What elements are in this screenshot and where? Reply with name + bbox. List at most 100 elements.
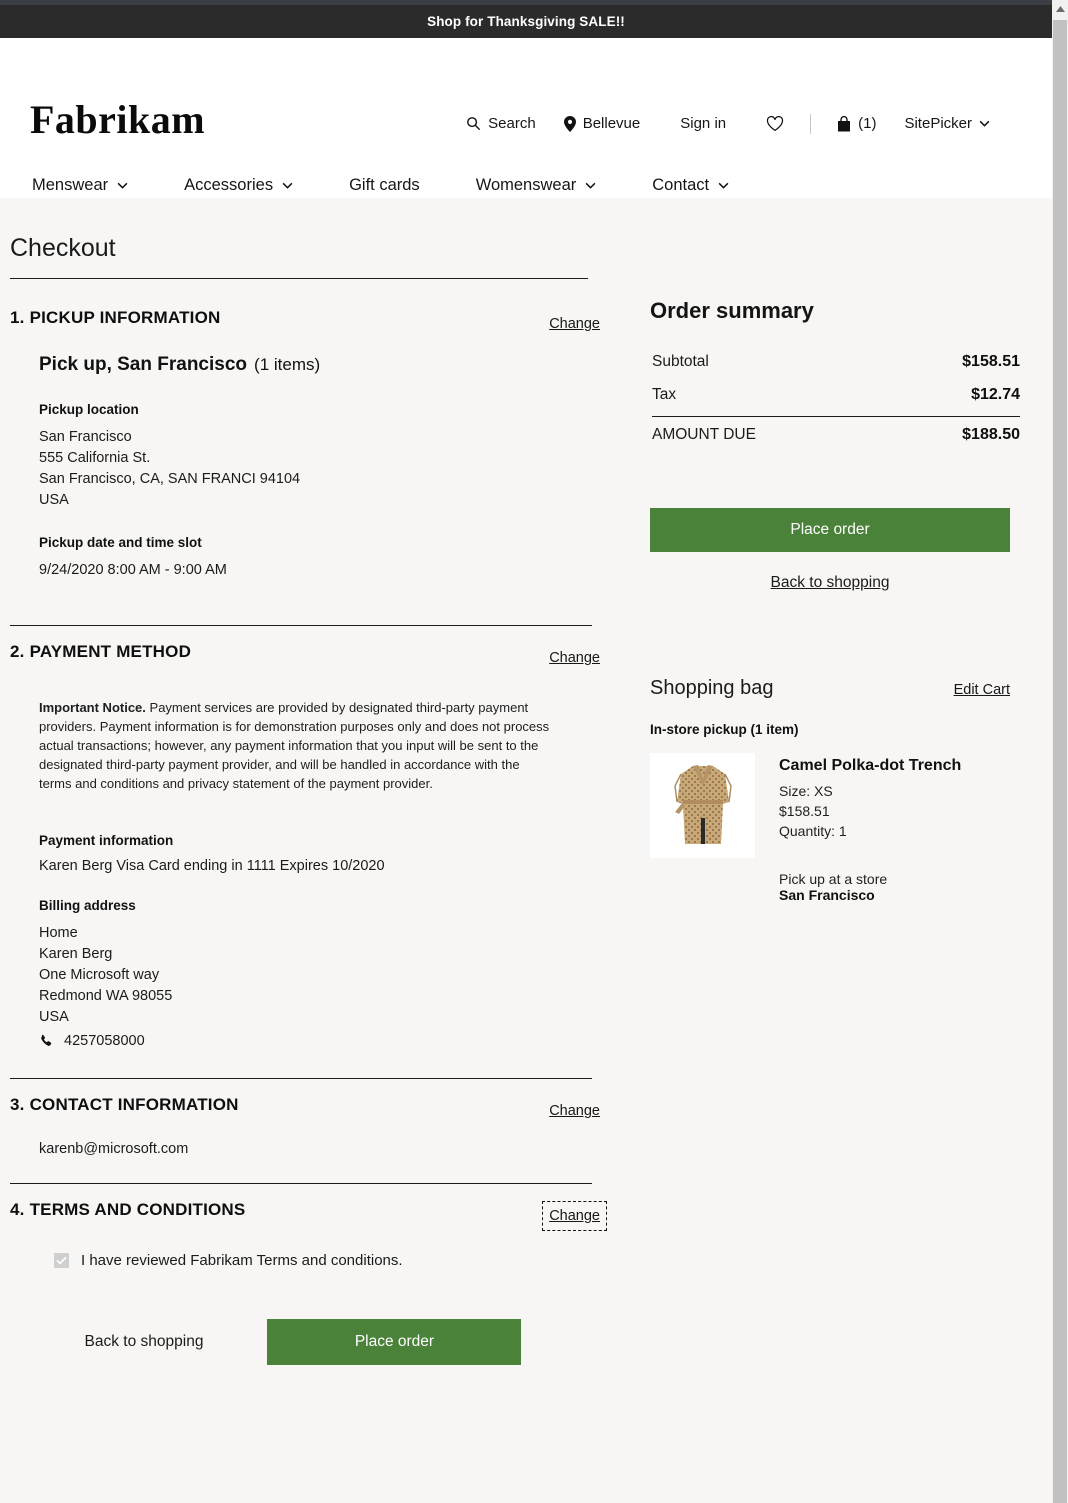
page-scrollbar[interactable] [1052,0,1068,1503]
billing-phone-number: 4257058000 [64,1033,145,1049]
change-payment-link[interactable]: Change [549,650,600,666]
chevron-down-icon [979,120,990,127]
phone-icon [39,1034,54,1049]
pickup-datetime-label: Pickup date and time slot [39,535,202,550]
nav-item-menswear[interactable]: Menswear [28,170,152,201]
store-location-button[interactable]: Bellevue [550,112,655,135]
order-summary-title: Order summary [650,298,814,323]
terms-checkbox-row[interactable]: I have reviewed Fabrikam Terms and condi… [10,1224,592,1269]
scrollbar-thumb[interactable] [1053,20,1067,1503]
product-size: Size: XS [779,783,833,799]
nav-label: Gift cards [349,176,420,194]
nav-item-accessories[interactable]: Accessories [180,170,317,201]
header-utility-bar: Search Bellevue Sign in (1) SitePicker [452,112,1004,135]
section-header: 3. CONTACT INFORMATION Change [10,1085,600,1119]
site-picker-label: SitePicker [904,115,972,132]
summary-total-value: $188.50 [962,426,1020,443]
change-pickup-link[interactable]: Change [549,316,600,332]
site-picker-button[interactable]: SitePicker [890,112,1004,135]
contact-email: karenb@microsoft.com [39,1141,189,1157]
wishlist-button[interactable] [752,113,798,135]
product-pickup-store: San Francisco [779,887,875,903]
nav-item-womenswear[interactable]: Womenswear [472,170,621,201]
section-number: 3. [10,1095,25,1114]
section-title-text: CONTACT INFORMATION [29,1095,239,1114]
section-contact-information: 3. CONTACT INFORMATION Change karenb@micr… [10,1085,600,1190]
section-divider [10,1078,592,1079]
section-terms-and-conditions: 4. TERMS AND CONDITIONS Change I have rev… [10,1190,607,1371]
header-divider [810,113,812,134]
checkout-sections: 1. PICKUP INFORMATION Change Pick up, San… [10,298,607,1371]
nav-label: Accessories [184,176,274,194]
chevron-down-icon [282,182,293,189]
section-header: 2. PAYMENT METHOD Change [10,632,600,666]
summary-value: $158.51 [962,353,1020,370]
pickup-heading-text: Pick up, San Francisco [39,354,248,375]
pickup-address-line: USA [39,492,69,508]
pickup-body: Pick up, San Francisco (1 items) Pickup l… [10,332,592,581]
place-order-button-summary[interactable]: Place order [650,508,1010,552]
notice-bold-lead: Important Notice. [39,700,146,715]
terms-checkbox[interactable] [54,1253,69,1268]
payment-information-value: Karen Berg Visa Card ending in 1111 Expi… [39,858,385,874]
product-thumbnail[interactable] [650,753,755,858]
summary-row-subtotal: Subtotal $158.51 [650,346,1022,379]
search-icon [466,116,481,131]
summary-row-tax: Tax $12.74 [650,379,1022,412]
section-header: 1. PICKUP INFORMATION Change [10,298,600,332]
summary-row-amount-due: AMOUNT DUE $188.50 [650,419,1022,452]
summary-value: $12.74 [971,386,1020,403]
section-number: 1. [10,308,25,327]
scroll-up-arrow-icon[interactable] [1052,0,1068,17]
nav-item-contact[interactable]: Contact [648,170,753,201]
brand-logo[interactable]: Fabrikam [30,96,205,143]
product-name[interactable]: Camel Polka-dot Trench [779,757,961,775]
change-contact-link[interactable]: Change [549,1103,600,1119]
billing-address-line: USA [39,1009,69,1025]
edit-cart-link[interactable]: Edit Cart [954,682,1010,698]
payment-body: Important Notice. Payment services are p… [10,666,592,1052]
nav-label: Womenswear [475,176,577,194]
heart-icon [766,115,784,132]
change-terms-link[interactable]: Change [542,1201,607,1231]
pickup-location-label: Pickup location [39,402,139,417]
page-title: Checkout [10,234,116,262]
shopping-bag-line-item: Camel Polka-dot Trench Size: XS $158.51 … [650,753,1022,903]
location-pin-icon [563,115,576,132]
section-number: 2. [10,642,25,661]
chevron-down-icon [585,182,596,189]
product-quantity: Quantity: 1 [779,823,847,839]
nav-label: Contact [652,176,710,194]
summary-label: Subtotal [652,353,709,370]
section-payment-method: 2. PAYMENT METHOD Change Important Notice… [10,632,600,1085]
cart-count: (1) [858,115,877,132]
pickup-address-line: San Francisco [39,429,132,445]
title-divider [10,278,588,279]
back-to-shopping-button[interactable]: Back to shopping [81,1327,208,1357]
section-title-text: TERMS AND CONDITIONS [29,1200,246,1219]
chevron-down-icon [718,182,729,189]
pickup-heading: Pick up, San Francisco (1 items) [39,354,592,376]
product-price: $158.51 [779,803,830,819]
chevron-down-icon [117,182,128,189]
sign-in-button[interactable]: Sign in [654,112,752,135]
summary-divider [652,416,1020,417]
trench-coat-image [662,755,743,856]
section-title: 4. TERMS AND CONDITIONS [10,1200,245,1220]
place-order-button-bottom[interactable]: Place order [267,1319,522,1365]
billing-address-line: Redmond WA 98055 [39,988,173,1004]
billing-address-line: One Microsoft way [39,967,160,983]
summary-label: Tax [652,386,677,403]
section-divider [10,1183,592,1184]
back-to-shopping-link-summary[interactable]: Back to shopping [650,574,1010,592]
product-pickup-note: Pick up at a store [779,871,888,887]
billing-address-line: Home [39,925,78,941]
search-button[interactable]: Search [452,112,550,135]
cart-button[interactable]: (1) [823,112,890,135]
main-navigation: Menswear Accessories Gift cards Womenswe… [0,170,1052,201]
section-title: 2. PAYMENT METHOD [10,642,191,662]
billing-phone-row: 4257058000 [39,1031,592,1052]
shopping-bag-icon [837,115,851,132]
nav-item-gift-cards[interactable]: Gift cards [345,170,444,201]
shopping-bag-header: Shopping bag Edit Cart [650,677,1010,700]
